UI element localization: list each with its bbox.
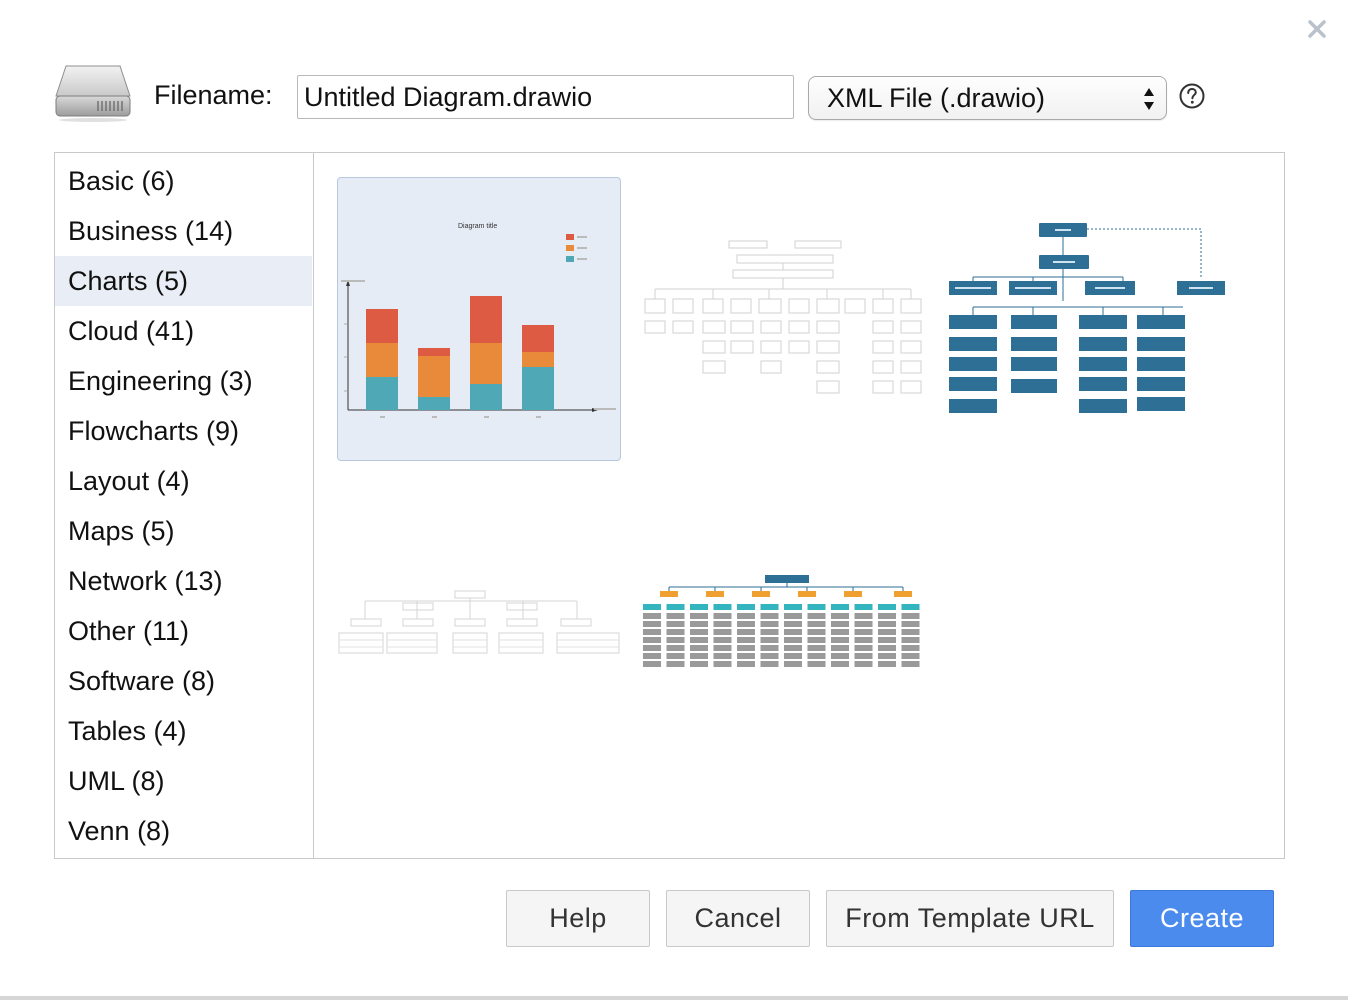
- category-uml[interactable]: UML (8): [55, 756, 312, 806]
- cancel-button[interactable]: Cancel: [666, 890, 810, 947]
- category-business[interactable]: Business (14): [55, 206, 312, 256]
- filename-label: Filename:: [154, 80, 273, 110]
- hard-drive-icon: [55, 65, 131, 122]
- select-arrows-icon: [1144, 88, 1154, 110]
- help-button[interactable]: Help: [506, 890, 650, 947]
- from-template-url-button[interactable]: From Template URL: [826, 890, 1114, 947]
- category-layout[interactable]: Layout (4): [55, 456, 312, 506]
- category-other[interactable]: Other (11): [55, 606, 312, 656]
- category-network[interactable]: Network (13): [55, 556, 312, 606]
- template-stacked-bar-chart[interactable]: Diagram title: [337, 177, 621, 461]
- category-list: Basic (6) Business (14) Charts (5) Cloud…: [55, 153, 314, 858]
- format-select[interactable]: XML File (.drawio): [808, 76, 1167, 120]
- filename-input[interactable]: [297, 75, 794, 119]
- category-software[interactable]: Software (8): [55, 656, 312, 706]
- dialog-bottom-edge: [0, 996, 1348, 1000]
- template-blue-org-chart[interactable]: [945, 219, 1229, 421]
- category-engineering[interactable]: Engineering (3): [55, 356, 312, 406]
- format-select-value: XML File (.drawio): [827, 83, 1046, 113]
- template-panel: Basic (6) Business (14) Charts (5) Cloud…: [54, 152, 1285, 859]
- chart-thumb-title: Diagram title: [458, 223, 497, 230]
- close-icon[interactable]: [1304, 16, 1330, 42]
- template-gray-org-chart[interactable]: [641, 223, 925, 403]
- category-tables[interactable]: Tables (4): [55, 706, 312, 756]
- template-wide-hierarchy-chart[interactable]: [337, 587, 621, 659]
- template-team-grid-chart[interactable]: [641, 571, 925, 671]
- question-circle-icon[interactable]: [1178, 82, 1206, 110]
- category-basic[interactable]: Basic (6): [55, 156, 312, 206]
- category-maps[interactable]: Maps (5): [55, 506, 312, 556]
- create-button[interactable]: Create: [1130, 890, 1274, 947]
- category-cloud[interactable]: Cloud (41): [55, 306, 312, 356]
- category-venn[interactable]: Venn (8): [55, 806, 312, 856]
- category-charts[interactable]: Charts (5): [55, 256, 312, 306]
- category-flowcharts[interactable]: Flowcharts (9): [55, 406, 312, 456]
